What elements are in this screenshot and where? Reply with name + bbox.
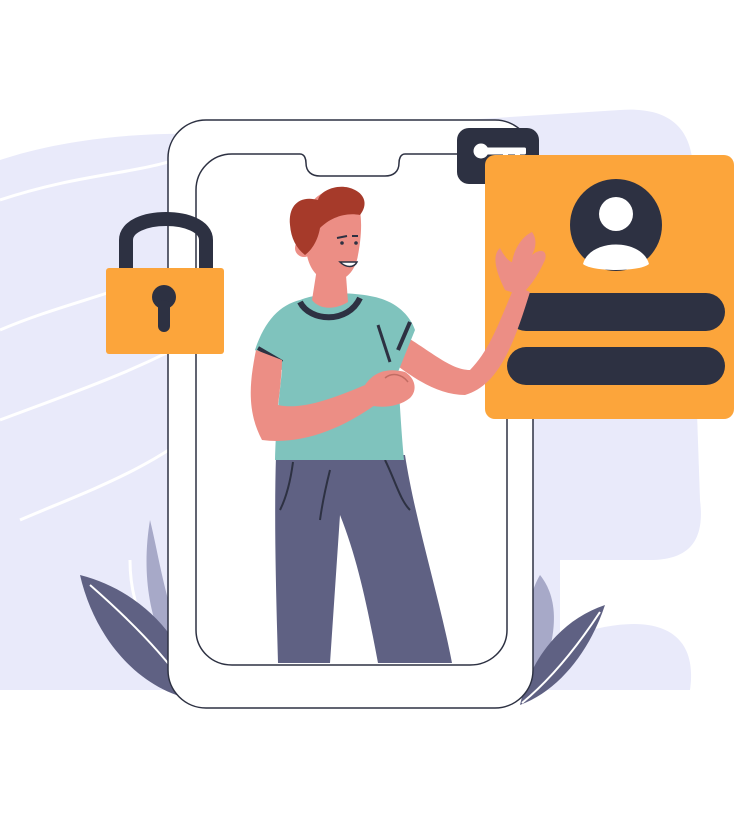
profile-line-1: [507, 293, 725, 331]
profile-line-2: [507, 347, 725, 385]
user-avatar-icon: [570, 179, 662, 271]
illustration-canvas: [0, 109, 734, 709]
security-illustration: [0, 0, 734, 816]
